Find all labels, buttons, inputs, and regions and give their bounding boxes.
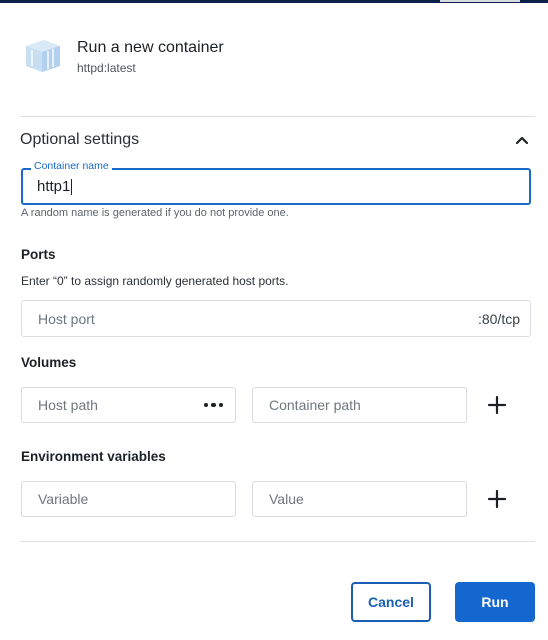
env-title: Environment variables [21, 449, 166, 464]
variable-placeholder: Variable [38, 491, 89, 507]
host-port-placeholder: Host port [38, 310, 95, 327]
value-placeholder: Value [269, 491, 304, 507]
host-path-input[interactable]: Host path [21, 387, 236, 423]
more-horizontal-icon[interactable] [203, 402, 236, 408]
variable-input[interactable]: Variable [21, 481, 236, 517]
dialog-title: Run a new container [77, 38, 224, 56]
add-env-plus-icon[interactable] [486, 488, 508, 510]
volumes-title: Volumes [21, 355, 77, 370]
container-port-label: :80/tcp [477, 310, 520, 327]
ports-title: Ports [21, 247, 56, 262]
value-input[interactable]: Value [252, 481, 467, 517]
container-path-input[interactable]: Container path [252, 387, 467, 423]
dialog-header: Run a new container httpd:latest [20, 36, 224, 76]
host-path-placeholder: Host path [38, 397, 98, 413]
image-name: httpd:latest [77, 60, 136, 75]
host-port-input[interactable]: Host port :80/tcp [21, 300, 531, 337]
window-top-tab [440, 0, 520, 2]
optional-settings-toggle[interactable]: Optional settings [20, 126, 535, 154]
divider-top [20, 116, 535, 117]
container-path-placeholder: Container path [269, 397, 361, 413]
container-name-value: http1 [37, 178, 71, 195]
cancel-button[interactable]: Cancel [351, 582, 431, 622]
chevron-up-icon[interactable] [515, 133, 529, 147]
add-volume-plus-icon[interactable] [486, 394, 508, 416]
optional-settings-label: Optional settings [20, 131, 140, 148]
divider-bottom [20, 541, 535, 542]
text-caret [71, 178, 73, 195]
header-text: Run a new container httpd:latest [77, 38, 224, 75]
container-name-label: Container name [31, 160, 112, 172]
container-name-field[interactable]: http1 [21, 168, 531, 205]
ports-description: Enter “0” to assign randomly generated h… [21, 274, 289, 288]
container-name-helper: A random name is generated if you do not… [21, 207, 289, 219]
container-box-icon [26, 40, 60, 72]
run-button[interactable]: Run [455, 582, 535, 622]
